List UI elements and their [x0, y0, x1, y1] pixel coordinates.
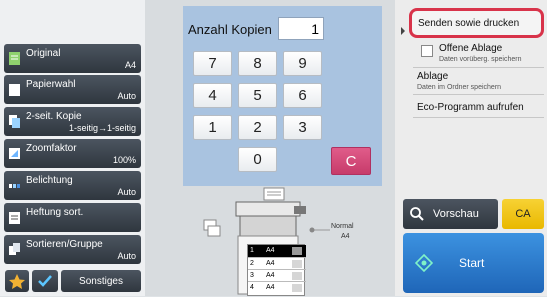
preview-label: Vorschau	[433, 208, 479, 220]
original-value: A4	[124, 60, 136, 70]
tray-row-2[interactable]: 2 A4	[248, 257, 306, 269]
sort-group-button[interactable]: Sortieren/Gruppe Auto	[4, 235, 141, 264]
staple-sort-label: Heftung sort.	[26, 207, 84, 218]
preview-button[interactable]: Vorschau	[403, 199, 498, 229]
tray-2-number: 2	[250, 260, 254, 267]
confirm-button[interactable]	[32, 270, 58, 292]
magnifier-icon	[410, 207, 424, 221]
start-diamond-icon	[415, 254, 433, 272]
chevron-left-icon	[401, 27, 405, 35]
key-5[interactable]: 5	[238, 83, 277, 108]
start-button[interactable]: Start	[403, 233, 544, 293]
key-2[interactable]: 2	[238, 115, 277, 140]
left-panel: Original A4 Papierwahl Auto 2-seit. Kopi…	[0, 0, 145, 296]
tray-row-3[interactable]: 3 A4	[248, 269, 306, 281]
tray-1-size: A4	[266, 247, 275, 254]
tray-3-number: 3	[250, 272, 254, 279]
key-7[interactable]: 7	[193, 51, 232, 76]
key-8[interactable]: 8	[238, 51, 277, 76]
start-label: Start	[459, 256, 485, 270]
document-icon	[9, 52, 20, 65]
output-size: A4	[341, 233, 350, 240]
favorites-button[interactable]	[5, 270, 29, 292]
tray-4-icon	[292, 284, 302, 292]
collapse-arrow-button[interactable]	[397, 24, 409, 38]
duplex-label: 2-seit. Kopie	[26, 111, 82, 122]
zoom-button[interactable]: Zoomfaktor 100%	[4, 139, 141, 168]
clear-key[interactable]: C	[331, 147, 371, 175]
ca-label: CA	[515, 208, 531, 220]
papierwahl-label: Papierwahl	[26, 79, 76, 90]
exposure-icon	[9, 184, 20, 188]
open-storage-checkbox[interactable]	[421, 45, 433, 57]
zoom-icon	[9, 148, 20, 159]
tray-row-1[interactable]: 1 A4	[248, 245, 306, 257]
sonstiges-button[interactable]: Sonstiges	[61, 270, 141, 292]
eco-program-label: Eco-Programm aufrufen	[417, 102, 524, 113]
zoom-value: 100%	[112, 155, 136, 165]
staple-sort-button[interactable]: Heftung sort.	[4, 203, 141, 232]
duplex-icon	[9, 115, 20, 128]
copies-label: Anzahl Kopien	[188, 22, 272, 37]
storage-item[interactable]: Ablage Daten im Ordner speichern	[413, 69, 544, 95]
original-button[interactable]: Original A4	[4, 44, 141, 73]
sort-icon	[9, 243, 20, 255]
open-storage-item[interactable]: Offene Ablage Daten vorüberg. speichern	[413, 42, 544, 68]
key-0[interactable]: 0	[238, 147, 277, 172]
tray-row-4[interactable]: 4 A4	[248, 281, 306, 293]
duplex-value: 1-seitig→1-seitig	[68, 123, 136, 133]
tray-1-number: 1	[250, 247, 254, 254]
keypad-panel: Anzahl Kopien 1 7 8 9 4 5 6 1 2 3 0 C	[183, 6, 382, 186]
tray-list: 1 A4 2 A4 3 A4 4 A4	[247, 244, 306, 296]
staple-icon	[9, 212, 20, 224]
duplex-button[interactable]: 2-seit. Kopie 1-seitig→1-seitig	[4, 107, 141, 136]
storage-label: Ablage	[417, 71, 449, 82]
storage-sub: Daten im Ordner speichern	[417, 84, 502, 91]
check-icon	[38, 275, 52, 287]
papierwahl-button[interactable]: Papierwahl Auto	[4, 75, 141, 104]
key-9[interactable]: 9	[283, 51, 322, 76]
exposure-value: Auto	[117, 187, 136, 197]
paper-icon	[9, 84, 20, 96]
papierwahl-value: Auto	[117, 91, 136, 101]
send-and-print-label: Senden sowie drucken	[418, 18, 520, 29]
key-4[interactable]: 4	[193, 83, 232, 108]
key-3[interactable]: 3	[283, 115, 322, 140]
tray-3-icon	[292, 272, 302, 280]
tray-3-size: A4	[266, 272, 275, 279]
tray-2-size: A4	[266, 260, 275, 267]
sonstiges-label: Sonstiges	[79, 275, 123, 287]
original-label: Original	[26, 48, 61, 59]
eco-program-item[interactable]: Eco-Programm aufrufen	[413, 96, 544, 118]
send-and-print-button[interactable]: Senden sowie drucken	[409, 8, 544, 38]
machine-illustration: Normal A4 1 A4 2 A4 3 A4 4 A4	[200, 186, 395, 296]
key-1[interactable]: 1	[193, 115, 232, 140]
ca-button[interactable]: CA	[502, 199, 544, 229]
tray-4-number: 4	[250, 284, 254, 291]
star-icon	[9, 274, 25, 289]
zoom-label: Zoomfaktor	[26, 143, 77, 154]
tray-4-size: A4	[266, 284, 275, 291]
exposure-label: Belichtung	[26, 175, 73, 186]
output-mode: Normal	[331, 223, 354, 230]
open-storage-label: Offene Ablage	[439, 43, 503, 54]
copies-input[interactable]: 1	[278, 17, 324, 40]
sort-group-value: Auto	[117, 251, 136, 261]
exposure-button[interactable]: Belichtung Auto	[4, 171, 141, 200]
sort-group-label: Sortieren/Gruppe	[26, 239, 103, 250]
tray-2-icon	[292, 260, 302, 268]
open-storage-sub: Daten vorüberg. speichern	[439, 56, 522, 63]
tray-1-icon	[292, 247, 302, 255]
key-6[interactable]: 6	[283, 83, 322, 108]
